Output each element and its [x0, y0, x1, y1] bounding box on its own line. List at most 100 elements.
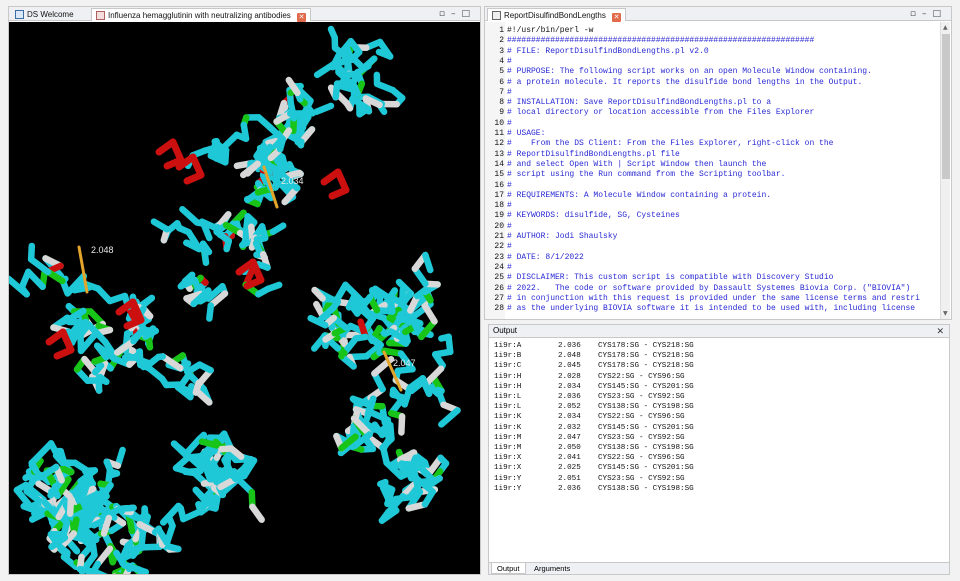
code-line: 2 #######################################…: [485, 36, 814, 46]
code-line: 25 # DISCLAIMER: This custom script is co…: [485, 273, 833, 283]
backbone-segment: [53, 346, 75, 360]
output-row: 1i9r:X 2.041 CYS22:SG - CYS96:SG: [494, 453, 685, 463]
code-line: 16 #: [485, 180, 511, 191]
close-icon[interactable]: ✕: [297, 13, 307, 22]
bond-length-cell: 2.048: [558, 352, 581, 361]
line-number: 6: [499, 77, 504, 87]
atom-pair-cell: CYS178:SG - CYS218:SG: [598, 362, 694, 371]
chain-cell: 1i9r:H: [494, 372, 522, 381]
chain-cell: 1i9r:H: [494, 382, 522, 391]
code-text: # ReportDisulfindBondLengths.pl file: [507, 149, 680, 159]
atom-pair-cell: CYS138:SG - CYS198:SG: [598, 403, 694, 412]
tab-ds-welcome[interactable]: DS Welcome: [11, 8, 78, 21]
code-text: # DATE: 8/1/2022: [507, 252, 584, 262]
bond-length-cell: 2.036: [558, 484, 581, 493]
atom-pair-cell: CYS23:SG - CYS92:SG: [598, 474, 685, 483]
code-text: # USAGE:: [507, 129, 546, 138]
code-text: #: [507, 221, 512, 231]
bond-length-cell: 2.047: [558, 433, 581, 442]
atom-pair-cell: CYS145:SG - CYS201:SG: [598, 382, 694, 391]
bond-length-cell: 2.051: [558, 474, 581, 483]
line-number: 12: [494, 139, 504, 149]
scroll-up-icon[interactable]: ▲: [943, 24, 948, 31]
code-text: # AUTHOR: Jodi Shaulsky: [507, 232, 618, 241]
code-line: 22 #: [485, 242, 512, 252]
bond-length-label: 2.048: [91, 245, 114, 255]
output-row: 1i9r:H 2.028 CYS22:SG - CYS96:SG: [494, 372, 685, 382]
output-row: 1i9r:Y 2.036 CYS138:SG - CYS198:SG: [494, 484, 694, 494]
restore-icon[interactable]: ▫: [910, 9, 922, 19]
editor-tab-bar: ReportDisulfindBondLengths ✕ ▫–□: [485, 7, 951, 22]
backbone-segment: [150, 218, 171, 233]
bond-length-cell: 2.028: [558, 372, 581, 381]
code-line: 27 # in conjunction with this request is …: [485, 293, 920, 304]
line-number: 26: [494, 283, 504, 293]
bond-length-cell: 2.025: [558, 464, 581, 473]
line-number: 20: [494, 221, 504, 231]
backbone-segment: [264, 281, 283, 293]
code-line: 23 # DATE: 8/1/2022: [485, 252, 584, 263]
bond-length-cell: 2.036: [558, 393, 581, 401]
window-controls: ▫–□: [439, 8, 476, 20]
restore-icon[interactable]: ▫: [439, 9, 451, 19]
bond-length-cell: 2.034: [558, 382, 581, 391]
backbone-segment: [327, 25, 338, 41]
code-line: 11 # USAGE:: [485, 129, 545, 139]
code-line: 12 # From the DS Client: From the Files E…: [485, 139, 833, 149]
bond-length-cell: 2.032: [558, 423, 581, 432]
code-text: #: [507, 262, 512, 272]
code-line: 24 #: [485, 262, 512, 273]
molecule-viewer[interactable]: 2.048 2.034 2.047: [9, 22, 480, 574]
code-line: 5 # PURPOSE: The following script works o…: [485, 67, 872, 77]
line-number: 16: [494, 180, 504, 190]
chain-cell: 1i9r:Y: [494, 484, 522, 493]
code-line: 3 # FILE: ReportDisulfindBondLengths.pl v…: [485, 47, 708, 57]
code-line: 10 #: [485, 119, 511, 129]
bond-length-cell: 2.036: [558, 342, 581, 350]
tab-label: Influenza hemagglutinin with neutralizin…: [108, 11, 291, 20]
code-text: #: [507, 242, 512, 252]
output-row: 1i9r:M 2.050 CYS138:SG - CYS198:SG: [494, 443, 694, 453]
code-text: # PURPOSE: The following script works on…: [507, 67, 872, 77]
close-icon[interactable]: ✕: [936, 325, 944, 337]
atom-pair-cell: CYS178:SG - CYS218:SG: [598, 342, 694, 350]
protein-backbone-render[interactable]: [9, 22, 480, 574]
minimize-icon[interactable]: –: [922, 9, 933, 19]
tab-output[interactable]: Output: [491, 563, 526, 574]
maximize-icon[interactable]: □: [932, 9, 947, 19]
code-line: 1 #!/usr/bin/perl -w: [485, 26, 593, 36]
code-text: #: [507, 201, 512, 211]
bond-length-cell: 2.034: [558, 413, 581, 422]
atom-pair-cell: CYS22:SG - CYS96:SG: [598, 413, 685, 422]
tab-arguments[interactable]: Arguments: [529, 563, 575, 574]
output-row: 1i9r:A 2.036 CYS178:SG - CYS218:SG: [494, 341, 694, 351]
line-number: 24: [494, 262, 504, 272]
scroll-down-icon[interactable]: ▼: [943, 310, 948, 317]
tab-influenza-hemagglutinin[interactable]: Influenza hemagglutinin with neutralizin…: [91, 8, 312, 22]
editor-scrollbar[interactable]: ▲ ▼: [940, 22, 950, 319]
molecule-tab-bar: DS Welcome Influenza hemagglutinin with …: [9, 7, 480, 22]
chain-cell: 1i9r:C: [494, 362, 522, 371]
maximize-icon[interactable]: □: [461, 9, 476, 19]
code-line: 8 # INSTALLATION: Save ReportDisulfindBon…: [485, 98, 771, 108]
atom-pair-cell: CYS145:SG - CYS201:SG: [598, 464, 694, 473]
tab-report-disulfind-bond-lengths[interactable]: ReportDisulfindBondLengths ✕: [487, 8, 627, 22]
window-controls: ▫–□: [910, 8, 947, 20]
code-line: 28 # as the underlying BIOVIA software it…: [485, 304, 915, 314]
minimize-icon[interactable]: –: [451, 9, 462, 19]
close-icon[interactable]: ✕: [612, 13, 622, 22]
bond-length-label: 2.034: [281, 176, 304, 186]
output-row: 1i9r:C 2.045 CYS178:SG - CYS218:SG: [494, 361, 694, 371]
code-line: 14 # and select Open With | Script Window…: [485, 160, 766, 170]
code-text: # in conjunction with this request is pr…: [507, 293, 920, 303]
output-bottom-tabs: Output Arguments: [489, 562, 949, 574]
backbone-segment: [198, 438, 220, 449]
backbone-segment: [328, 186, 350, 200]
scrollbar-thumb[interactable]: [942, 34, 950, 179]
code-line: 6 # a protein molecule. It reports the di…: [485, 78, 862, 88]
code-line: 20 #: [485, 221, 512, 232]
chain-cell: 1i9r:Y: [494, 474, 522, 483]
code-editor[interactable]: 1 #!/usr/bin/perl -w 2 ####################…: [485, 22, 940, 319]
code-text: # script using the Run command from the …: [507, 170, 786, 180]
bond-length-cell: 2.045: [558, 362, 581, 371]
